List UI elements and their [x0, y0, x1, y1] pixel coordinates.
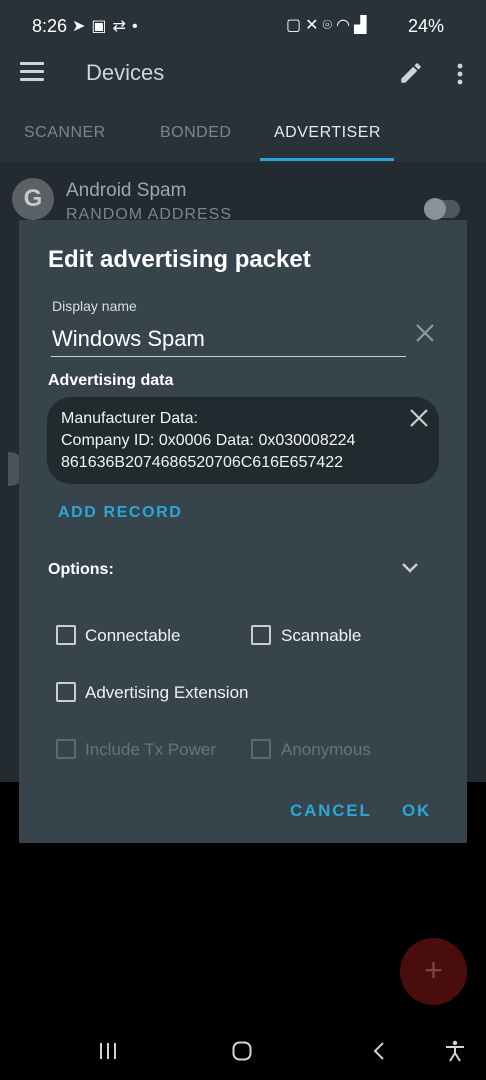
advertising-extension-checkbox[interactable]	[56, 682, 76, 702]
remove-record-icon[interactable]	[408, 407, 430, 429]
app-bar	[0, 40, 486, 162]
status-time: 8:26	[32, 16, 68, 36]
connectable-checkbox[interactable]	[56, 625, 76, 645]
record-data-line: Company ID: 0x0006 Data: 0x030008224	[61, 432, 356, 449]
display-name-label: Display name	[52, 298, 137, 314]
advertising-extension-label[interactable]: Advertising Extension	[85, 683, 248, 703]
edit-icon[interactable]	[398, 60, 424, 86]
recents-icon[interactable]	[98, 1043, 118, 1059]
sync-icon: ⇄	[112, 18, 132, 35]
battery-percentage: 24%	[408, 16, 445, 36]
dialog-title: Edit advertising packet	[48, 246, 311, 273]
back-icon[interactable]	[372, 1041, 386, 1061]
tab-advertiser[interactable]: ADVERTISER	[274, 124, 381, 142]
record-data-line: 861636B2074686520706C616E657422	[61, 454, 344, 471]
options-label: Options:	[48, 561, 114, 578]
accessibility-icon[interactable]	[444, 1040, 466, 1062]
mute-icon: ✕	[305, 17, 323, 34]
connectable-label[interactable]: Connectable	[85, 626, 180, 646]
tab-scanner[interactable]: SCANNER	[24, 124, 106, 142]
dot-icon: •	[131, 18, 144, 35]
clear-icon[interactable]	[414, 322, 436, 344]
signal-icon: ▟	[354, 17, 371, 34]
anonymous-label: Anonymous	[281, 740, 371, 759]
nfc-icon: ▢	[286, 17, 306, 34]
tab-bonded[interactable]: BONDED	[160, 124, 231, 142]
home-icon[interactable]	[232, 1041, 252, 1061]
tab-indicator	[260, 158, 394, 161]
display-name-input[interactable]: Windows Spam	[52, 326, 205, 352]
avatar: G	[12, 178, 54, 220]
list-item-name[interactable]: Android Spam	[66, 180, 186, 202]
chevron-down-icon[interactable]	[400, 560, 420, 576]
record-title: Manufacturer Data:	[61, 410, 198, 427]
scannable-checkbox[interactable]	[251, 625, 271, 645]
add-record-button[interactable]: ADD RECORD	[58, 504, 182, 522]
anonymous-checkbox	[251, 739, 271, 759]
page-title: Devices	[86, 60, 165, 85]
wifi-icon: ◠	[336, 17, 355, 34]
add-fab-button[interactable]: +	[400, 938, 467, 1005]
telegram-icon: ➤	[72, 18, 92, 35]
advertising-data-heading: Advertising data	[48, 372, 174, 389]
cancel-button[interactable]: CANCEL	[290, 801, 372, 821]
more-vert-icon[interactable]	[450, 62, 470, 86]
display-name-underline	[51, 356, 406, 357]
list-item-toggle[interactable]	[424, 198, 460, 220]
location-icon: ⌾	[322, 17, 337, 34]
ok-button[interactable]: OK	[402, 801, 431, 821]
status-left-icons: ➤▣⇄•	[72, 16, 144, 36]
include-tx-power-checkbox	[56, 739, 76, 759]
scannable-label[interactable]: Scannable	[281, 626, 361, 646]
include-tx-power-label: Include Tx Power	[85, 740, 217, 759]
menu-icon[interactable]	[20, 62, 44, 82]
notification-icon: ▣	[91, 18, 113, 35]
status-right-icons: ▢✕⌾◠▟	[286, 15, 370, 35]
